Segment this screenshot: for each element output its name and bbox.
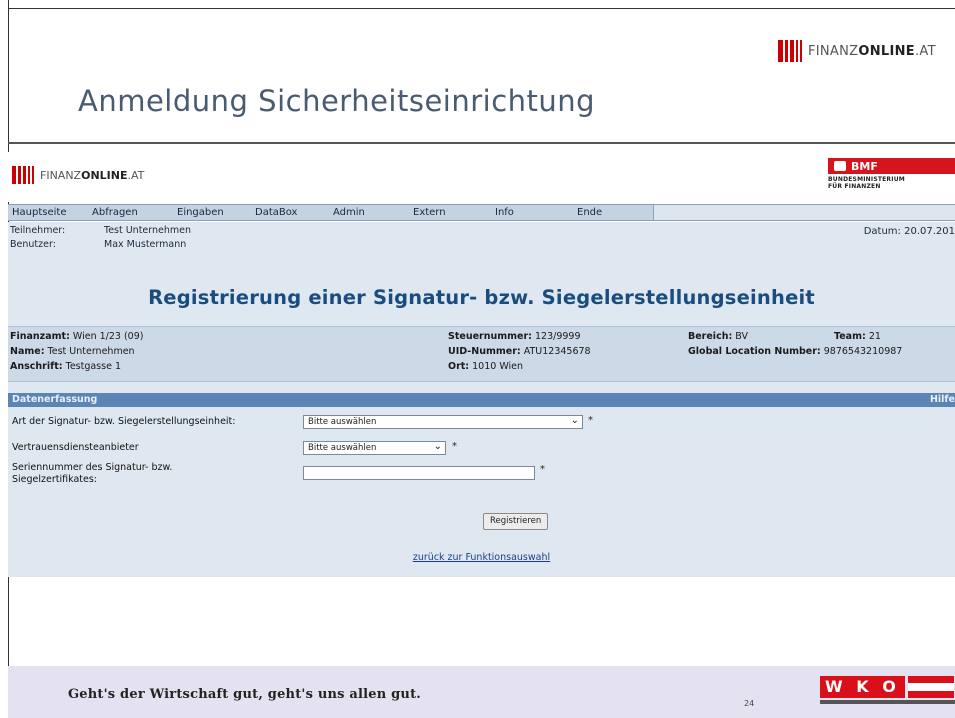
vda-select-value: Bitte auswählen (308, 443, 377, 453)
uid-field: UID-Nummer: ATU12345678 (448, 346, 591, 357)
benutzer-row: Benutzer: Max Mustermann (10, 239, 186, 250)
bmf-logo: BMF BUNDESMINISTERIUM FÜR FINANZEN (828, 158, 955, 190)
finanzonline-logo-text: FINANZONLINE.AT (808, 43, 936, 59)
nav-eingaben[interactable]: Eingaben (173, 205, 251, 220)
austrian-flag-icon (907, 676, 954, 698)
wko-letters: W K O (820, 676, 905, 698)
nav-hauptseite[interactable]: Hauptseite (8, 205, 88, 220)
benutzer-value: Max Mustermann (104, 239, 187, 250)
page-number: 24 (744, 699, 755, 708)
wko-top: W K O (820, 676, 955, 698)
slide-frame-top (8, 8, 955, 9)
bmf-banner: BMF (828, 158, 955, 174)
wko-subline (820, 700, 955, 704)
finanzamt-field: Finanzamt: Wien 1/23 (09) (10, 331, 144, 342)
nav-ende[interactable]: Ende (573, 205, 653, 220)
slide-footer: Geht's der Wirtschaft gut, geht's uns al… (8, 666, 955, 718)
art-select[interactable]: Bitte auswählen ⌄ (303, 415, 583, 429)
serien-label: Seriennummer des Signatur- bzw. Siegelze… (12, 462, 172, 486)
teilnehmer-label: Teilnehmer: (10, 225, 66, 236)
gln-field: Global Location Number: 9876543210987 (688, 346, 903, 357)
ort-field: Ort: 1010 Wien (448, 361, 524, 372)
art-select-value: Bitte auswählen (308, 417, 377, 427)
nav-admin[interactable]: Admin (329, 205, 409, 220)
app-logo-text: FINANZONLINE.AT (40, 168, 145, 182)
slide-title: Anmeldung Sicherheitseinrichtung (78, 84, 596, 118)
required-marker: * (588, 415, 593, 426)
bmf-subtitle-line2: FÜR FINANZEN (828, 183, 881, 190)
back-link: zurück zur Funktionsauswahl (8, 552, 955, 563)
bmf-subtitle-line1: BUNDESMINISTERIUM (828, 176, 905, 183)
title-divider (8, 142, 955, 144)
wko-logo: W K O (820, 676, 955, 704)
teilnehmer-row: Teilnehmer: Test Unternehmen (10, 225, 191, 236)
slogan: Geht's der Wirtschaft gut, geht's uns al… (68, 687, 421, 702)
serien-label-line1: Seriennummer des Signatur- bzw. (12, 462, 173, 473)
steuernummer-field: Steuernummer: 123/9999 (448, 331, 581, 342)
finanzonline-bars-icon (778, 40, 804, 62)
app-header: FINANZONLINE.AT BMF BUNDESMINISTERIUM FÜ… (8, 152, 955, 202)
required-marker: * (452, 441, 457, 452)
nav-abfragen[interactable]: Abfragen (88, 205, 173, 220)
vda-select[interactable]: Bitte auswählen ⌄ (303, 441, 446, 455)
finanzonline-logo: FINANZONLINE.AT (778, 40, 936, 62)
slide: FINANZONLINE.AT Anmeldung Sicherheitsein… (0, 0, 955, 718)
bereich-field: Bereich: BV (688, 331, 749, 342)
section-title: Datenerfassung (12, 394, 98, 405)
nav-fill (653, 205, 955, 220)
required-marker: * (540, 464, 545, 475)
main-nav: Hauptseite Abfragen Eingaben DataBox Adm… (8, 204, 955, 221)
nav-extern[interactable]: Extern (409, 205, 491, 220)
teilnehmer-value: Test Unternehmen (104, 225, 192, 236)
vda-label: Vertrauensdiensteanbieter (12, 442, 139, 453)
seriennummer-input[interactable] (303, 466, 535, 480)
bmf-subtitle: BUNDESMINISTERIUM FÜR FINANZEN (828, 176, 955, 190)
art-label: Art der Signatur- bzw. Siegelerstellungs… (12, 416, 236, 427)
register-button[interactable]: Registrieren (483, 513, 549, 530)
user-info-bar: Teilnehmer: Test Unternehmen Benutzer: M… (8, 222, 955, 256)
app-screenshot: FINANZONLINE.AT BMF BUNDESMINISTERIUM FÜ… (8, 152, 955, 577)
eagle-icon (834, 161, 846, 171)
anschrift-field: Anschrift: Testgasse 1 (10, 361, 121, 372)
chevron-down-icon: ⌄ (433, 441, 442, 452)
finanzonline-bars-icon (12, 166, 36, 184)
app-logo[interactable]: FINANZONLINE.AT (12, 166, 144, 184)
back-link-text[interactable]: zurück zur Funktionsauswahl (413, 552, 550, 563)
date-display: Datum: 20.07.201 (863, 226, 955, 237)
bmf-label: BMF (851, 159, 878, 173)
chevron-down-icon: ⌄ (570, 415, 579, 426)
app-body: Registrierung einer Signatur- bzw. Siege… (8, 256, 955, 577)
page-heading: Registrierung einer Signatur- bzw. Siege… (148, 286, 815, 309)
benutzer-label: Benutzer: (10, 239, 56, 250)
help-link[interactable]: Hilfe (930, 394, 955, 405)
nav-info[interactable]: Info (491, 205, 573, 220)
serien-label-line2: Siegelzertifikates: (12, 474, 97, 485)
section-datenerfassung: Datenerfassung Hilfe (8, 393, 955, 407)
nav-databox[interactable]: DataBox (251, 205, 329, 220)
name-field: Name: Test Unternehmen (10, 346, 135, 357)
team-field: Team: 21 (834, 331, 881, 342)
taxpayer-details: Finanzamt: Wien 1/23 (09) Name: Test Unt… (8, 326, 955, 382)
